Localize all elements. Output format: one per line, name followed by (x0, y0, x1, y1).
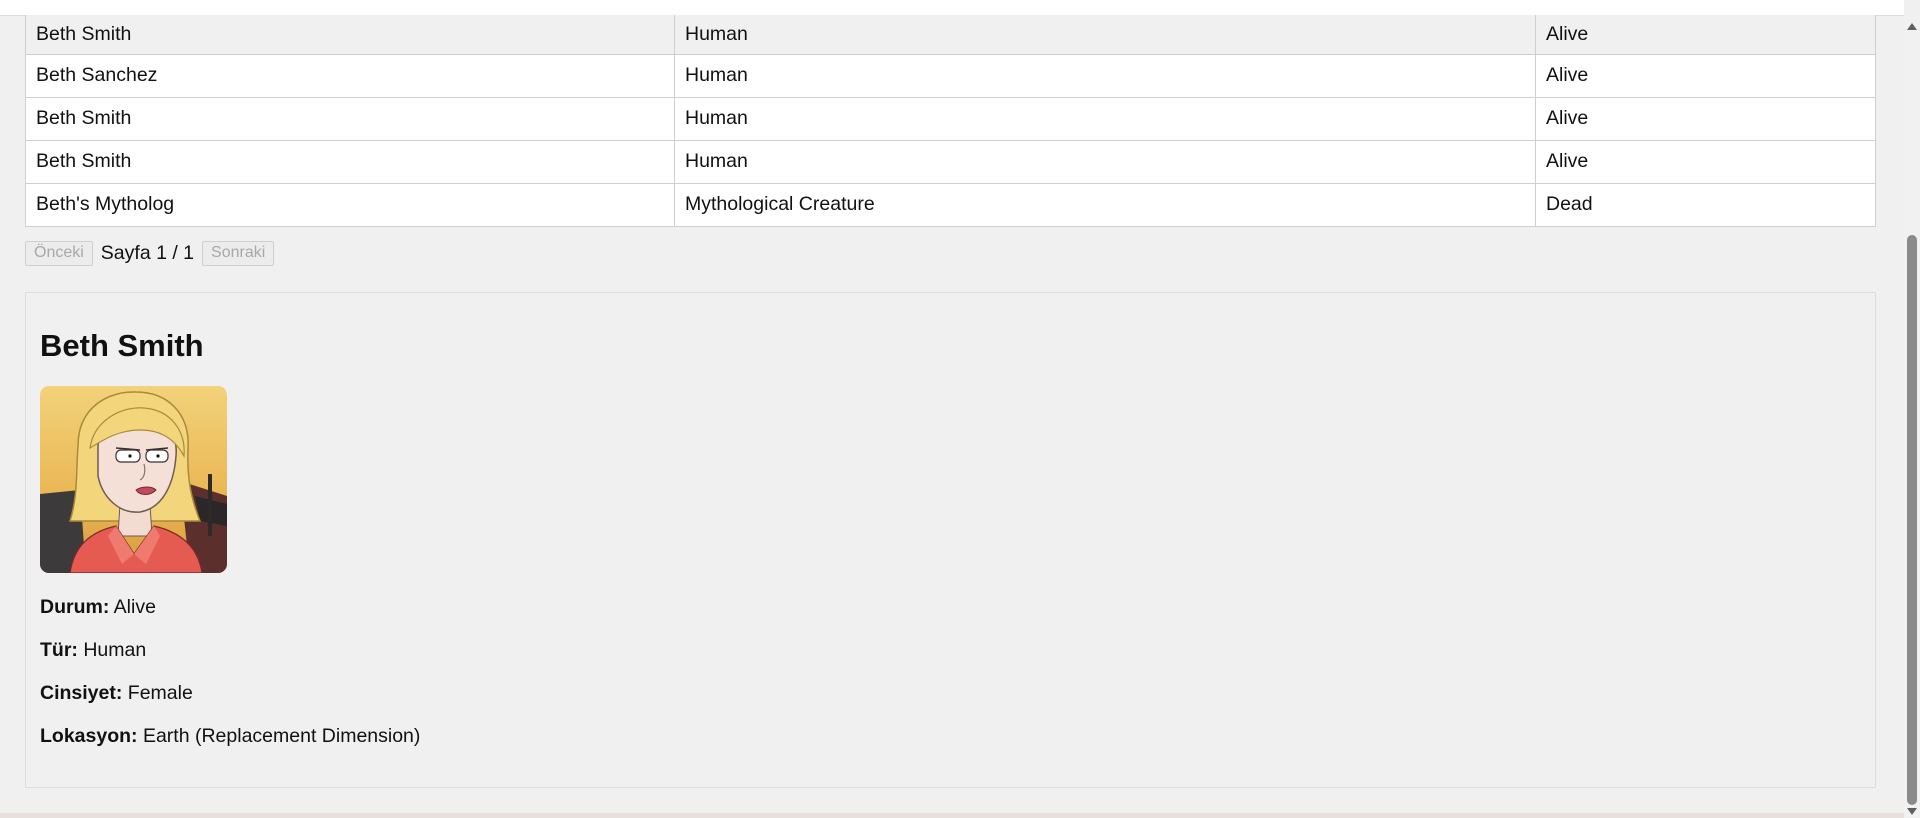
cell-name: Beth Smith (25, 139, 675, 184)
cell-status: Alive (1535, 53, 1876, 98)
characters-table: Beth Smith Human Alive Beth Sanchez Huma… (25, 15, 1876, 227)
cell-status: Alive (1535, 15, 1876, 55)
table-row[interactable]: Beth's Mytholog Mythological Creature De… (25, 182, 1876, 227)
cell-species: Human (674, 139, 1536, 184)
species-value: Human (83, 638, 147, 661)
pagination: Önceki Sayfa 1 / 1 Sonraki (25, 240, 1876, 266)
location-value: Earth (Replacement Dimension) (142, 724, 421, 747)
status-value: Alive (113, 595, 156, 618)
table-row[interactable]: Beth Smith Human Alive (25, 15, 1876, 55)
cell-name: Beth Smith (25, 96, 675, 141)
cell-name: Beth Sanchez (25, 53, 675, 98)
cell-status: Dead (1535, 182, 1876, 227)
location-field: Lokasyon: Earth (Replacement Dimension) (40, 724, 1861, 748)
previous-page-button[interactable]: Önceki (25, 240, 93, 266)
table-row[interactable]: Beth Sanchez Human Alive (25, 53, 1876, 98)
species-label: Tür: (40, 638, 78, 661)
cell-species: Mythological Creature (674, 182, 1536, 227)
gender-field: Cinsiyet: Female (40, 681, 1861, 705)
species-field: Tür: Human (40, 638, 1861, 662)
next-page-button[interactable]: Sonraki (202, 240, 275, 266)
character-name-heading: Beth Smith (40, 327, 204, 363)
table-row[interactable]: Beth Smith Human Alive (25, 96, 1876, 141)
gender-value: Female (127, 681, 193, 704)
location-label: Lokasyon: (40, 724, 138, 747)
main-content: Beth Smith Human Alive Beth Sanchez Huma… (25, 15, 1876, 788)
table-row[interactable]: Beth Smith Human Alive (25, 139, 1876, 184)
scrollbar-thumb[interactable] (1907, 235, 1917, 805)
cell-status: Alive (1535, 96, 1876, 141)
cell-species: Human (674, 96, 1536, 141)
top-edge (0, 0, 1904, 16)
status-label: Durum: (40, 595, 110, 618)
cell-name: Beth's Mytholog (25, 182, 675, 227)
page-indicator: Sayfa 1 / 1 (100, 241, 195, 264)
gender-label: Cinsiyet: (40, 681, 123, 704)
cell-name: Beth Smith (25, 15, 675, 55)
character-detail-panel: Beth Smith Durum: Alive Tür: Human Cinsi… (25, 291, 1876, 788)
cell-status: Alive (1535, 139, 1876, 184)
cell-species: Human (674, 15, 1536, 55)
character-avatar (40, 385, 227, 573)
scroll-up-arrow-icon[interactable] (1907, 23, 1917, 30)
vertical-scrollbar[interactable] (1904, 15, 1920, 818)
bottom-edge (0, 813, 1904, 818)
scroll-down-arrow-icon[interactable] (1907, 808, 1917, 815)
cell-species: Human (674, 53, 1536, 98)
status-field: Durum: Alive (40, 595, 1861, 619)
